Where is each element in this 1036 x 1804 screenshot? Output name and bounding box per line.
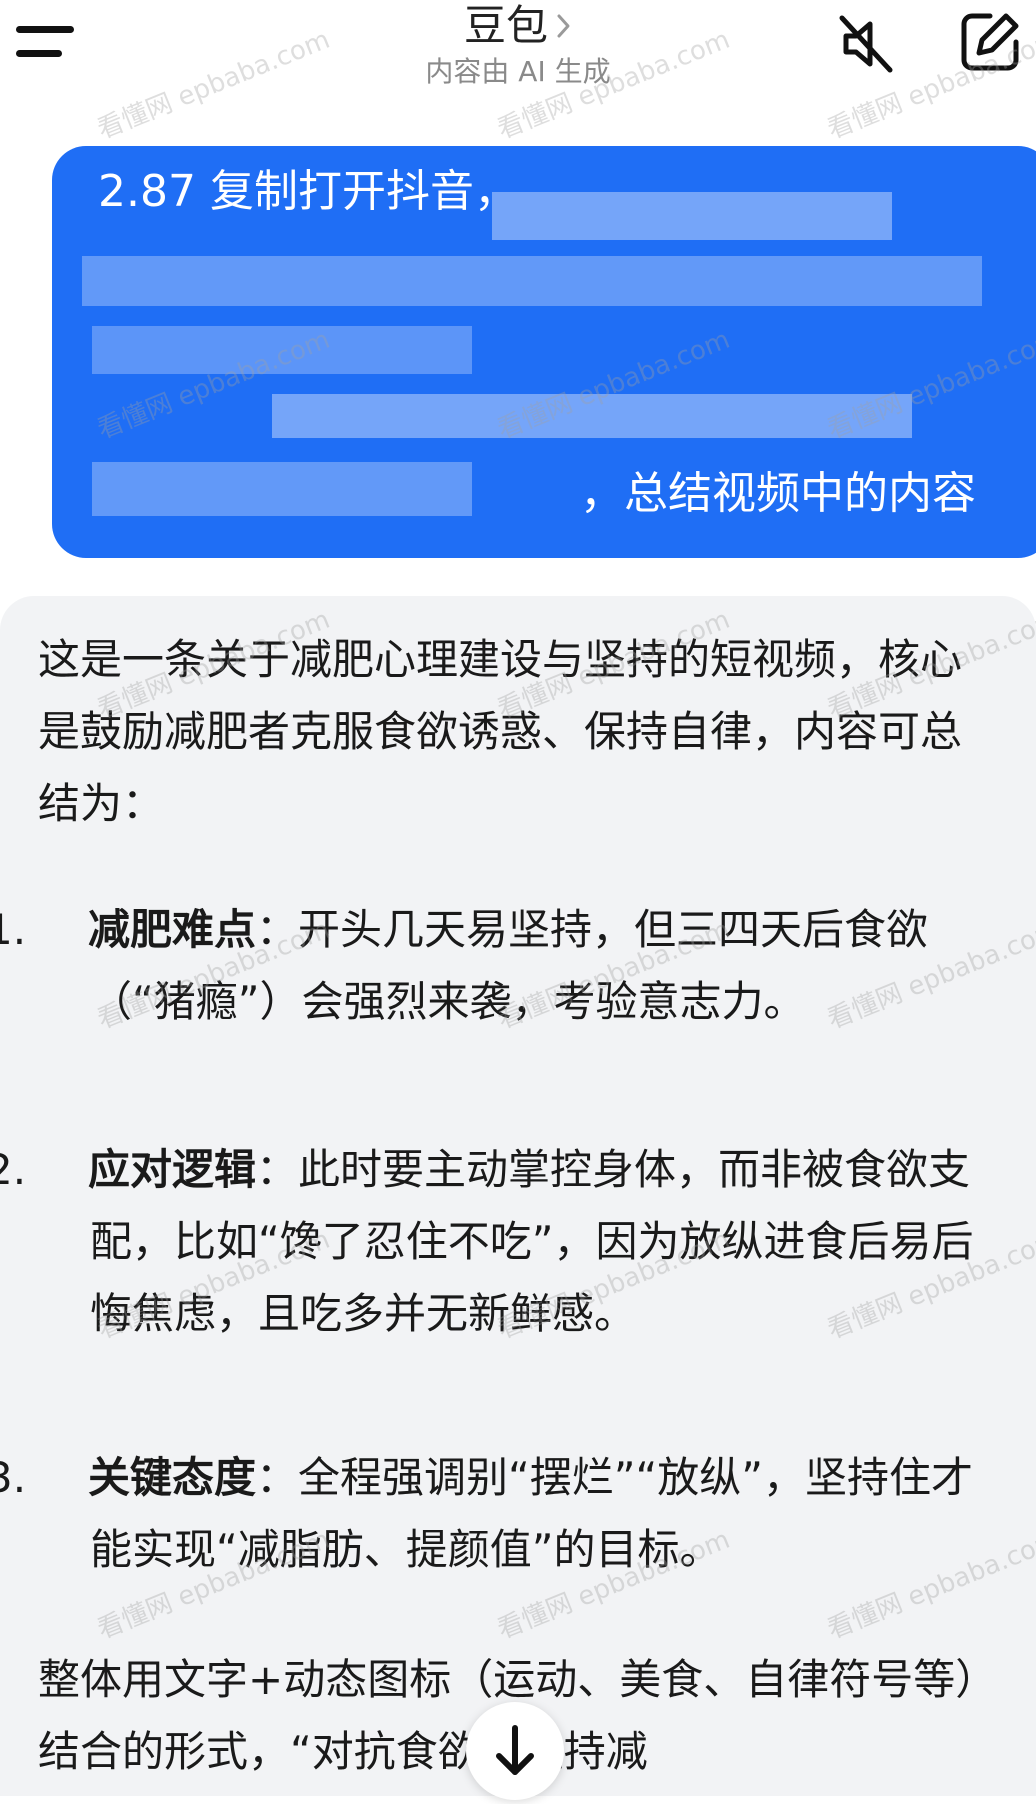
list-number: 1.	[0, 905, 27, 954]
pixelated-text	[272, 394, 912, 438]
pixelated-text	[92, 462, 472, 516]
arrow-down-icon	[496, 1725, 534, 1775]
scroll-to-bottom-button[interactable]	[466, 1702, 564, 1800]
mute-icon[interactable]	[832, 10, 900, 78]
list-item: 3.关键态度：全程强调别“摆烂”“放纵”，坚持住才能实现“减脂肪、提颜值”的目标…	[0, 1442, 988, 1586]
list-item-title: 关键态度	[88, 1453, 257, 1502]
user-message-text-end: ，总结视频中的内容	[580, 468, 976, 519]
bot-title-button[interactable]: 豆包	[464, 2, 572, 50]
list-number: 3.	[0, 1453, 27, 1502]
top-bar: 豆包 内容由 AI 生成	[0, 0, 1036, 130]
list-item-title: 减肥难点	[88, 905, 257, 954]
chevron-right-icon	[557, 14, 570, 38]
user-message-text-start: 2.87 复制打开抖音，	[98, 166, 518, 217]
edit-icon[interactable]	[956, 8, 1024, 76]
answer-intro: 这是一条关于减肥心理建设与坚持的短视频，核心是鼓励减肥者克服食欲诱惑、保持自律，…	[38, 624, 998, 840]
list-item: 1.减肥难点：开头几天易坚持，但三四天后食欲（“猪瘾”）会强烈来袭，考验意志力。	[0, 894, 988, 1038]
answer-intro-text: 这是一条关于减肥心理建设与坚持的短视频，核心是鼓励减肥者克服食欲诱惑、保持自律，…	[38, 635, 963, 828]
pixelated-text	[82, 256, 982, 306]
list-item: 2.应对逻辑：此时要主动掌控身体，而非被食欲支配，比如“馋了忍住不吃”，因为放纵…	[0, 1134, 988, 1350]
page-title: 豆包	[463, 1, 548, 50]
list-number: 2.	[0, 1145, 27, 1194]
list-item-title: 应对逻辑	[88, 1145, 257, 1194]
pixelated-text	[92, 326, 472, 374]
pixelated-text	[492, 192, 892, 240]
